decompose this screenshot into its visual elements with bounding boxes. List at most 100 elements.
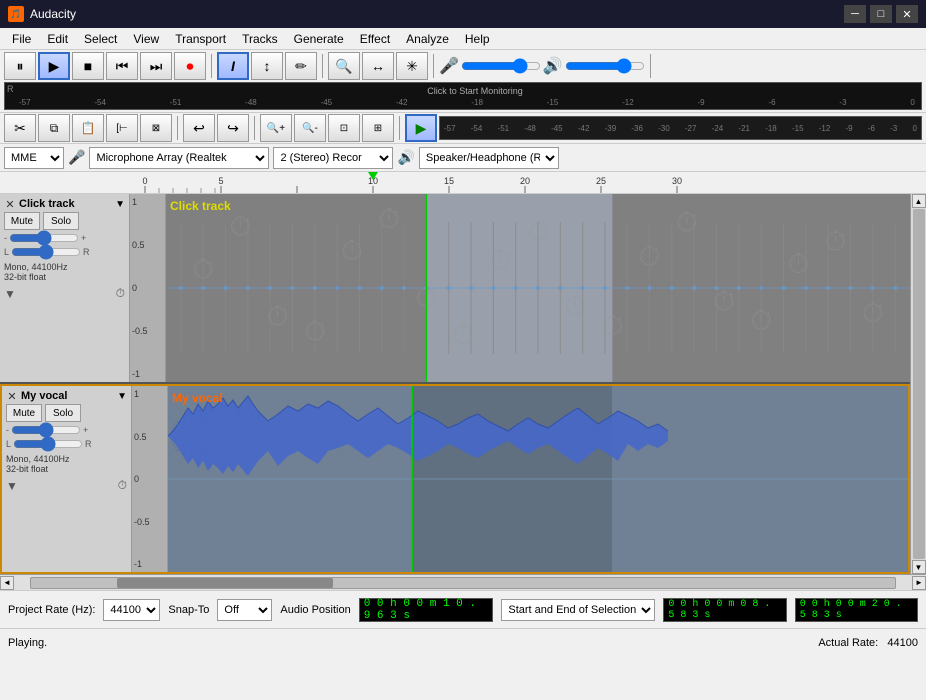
- mic-volume-slider[interactable]: [461, 58, 541, 74]
- pause-button[interactable]: ⏸: [4, 52, 36, 80]
- paste-button[interactable]: 📋: [72, 114, 104, 142]
- vocal-track-footer: ▼ ⏱: [6, 478, 127, 493]
- redo-button[interactable]: ↪: [217, 114, 249, 142]
- vocal-track-gain-min: -: [6, 425, 9, 435]
- record-button[interactable]: ⏺: [174, 52, 206, 80]
- menu-item-transport[interactable]: Transport: [167, 30, 234, 48]
- click-to-start-monitoring[interactable]: Click to Start Monitoring: [19, 86, 926, 96]
- vocal-y-0.5: 0.5: [134, 432, 165, 442]
- menu-item-help[interactable]: Help: [457, 30, 498, 48]
- vocal-track-waveform[interactable]: 1 0.5 0 -0.5 -1: [132, 386, 908, 572]
- transport-toolbar: ⏸ ▶ ■ ⏮ ⏭ ⏺ I ↕ ✏ 🔍 ↔ ✳ 🎤 🔊 R Click to S…: [0, 50, 926, 113]
- selection-tool-button[interactable]: I: [217, 52, 249, 80]
- zoom-fit-button[interactable]: ⊡: [328, 114, 360, 142]
- vocal-y-0.0: 0: [134, 474, 165, 484]
- silence-button[interactable]: ⊠: [140, 114, 172, 142]
- click-track-close-button[interactable]: ✕: [4, 198, 16, 210]
- vscroll-thumb[interactable]: [913, 209, 925, 559]
- separator-7: [399, 116, 400, 140]
- menu-item-analyze[interactable]: Analyze: [398, 30, 457, 48]
- speaker-select[interactable]: Speaker/Headphone (Realte: [419, 147, 559, 169]
- vocal-track-settings-icon[interactable]: ⏱: [118, 478, 127, 493]
- vocal-y-neg0.5: -0.5: [134, 517, 165, 527]
- click-track-y-axis: 1 0.5 0 -0.5 -1: [130, 194, 166, 382]
- click-track-menu-arrow[interactable]: ▼: [115, 199, 125, 210]
- mic-device-icon: 🎤: [68, 149, 85, 166]
- cut-button[interactable]: ✂: [4, 114, 36, 142]
- click-track-gain-max: +: [81, 233, 86, 243]
- vocal-track-close-button[interactable]: ✕: [6, 390, 18, 402]
- scroll-up-button[interactable]: ▲: [912, 194, 926, 208]
- hscrollbar-thumb[interactable]: [117, 578, 333, 588]
- maximize-button[interactable]: □: [870, 5, 892, 23]
- svg-text:0: 0: [142, 176, 147, 186]
- menu-item-edit[interactable]: Edit: [39, 30, 76, 48]
- time-ruler[interactable]: 0 5 10 15 20 25 30: [0, 172, 926, 194]
- slide-tool-button[interactable]: ↔: [362, 52, 394, 80]
- minimize-button[interactable]: ─: [844, 5, 866, 23]
- click-track-solo-button[interactable]: Solo: [43, 212, 79, 230]
- multi-tool-button[interactable]: ✳: [396, 52, 428, 80]
- vocal-track: ✕ My vocal ▼ Mute Solo - + L R: [0, 384, 910, 574]
- undo-button[interactable]: ↩: [183, 114, 215, 142]
- close-button[interactable]: ✕: [896, 5, 918, 23]
- click-track-header: ✕ Click track ▼ Mute Solo - + L R: [0, 194, 130, 382]
- click-track-footer: ▼ ⏱: [4, 286, 125, 301]
- vocal-track-solo-button[interactable]: Solo: [45, 404, 81, 422]
- menu-item-tracks[interactable]: Tracks: [234, 30, 286, 48]
- audio-host-select[interactable]: MME DirectSound WASAPI: [4, 147, 64, 169]
- scroll-left-button[interactable]: ◄: [0, 576, 14, 590]
- main-content: ✕ Click track ▼ Mute Solo - + L R: [0, 194, 926, 574]
- vocal-track-mute-button[interactable]: Mute: [6, 404, 42, 422]
- vocal-track-pan-slider[interactable]: [13, 438, 83, 450]
- channels-select[interactable]: 2 (Stereo) Recor 1 (Mono): [273, 147, 393, 169]
- menu-item-view[interactable]: View: [125, 30, 167, 48]
- selection-type-select[interactable]: Start and End of Selection Start and Len…: [501, 599, 655, 621]
- skip-end-button[interactable]: ⏭: [140, 52, 172, 80]
- scroll-down-button[interactable]: ▼: [912, 560, 926, 574]
- vocal-track-menu-arrow[interactable]: ▼: [117, 391, 127, 402]
- copy-button[interactable]: ⧉: [38, 114, 70, 142]
- play-button[interactable]: ▶: [38, 52, 70, 80]
- menu-item-effect[interactable]: Effect: [352, 30, 398, 48]
- play-green-button[interactable]: ▶: [405, 114, 437, 142]
- stop-button[interactable]: ■: [72, 52, 104, 80]
- click-track-settings-icon[interactable]: ⏱: [116, 286, 125, 301]
- zoom-sel-button[interactable]: ⊞: [362, 114, 394, 142]
- click-track-mute-button[interactable]: Mute: [4, 212, 40, 230]
- playback-meter[interactable]: -57 -54 -51 -48 -45 -42 -39 -36 -30 -27 …: [439, 116, 922, 140]
- zoom-tool-button[interactable]: 🔍: [328, 52, 360, 80]
- menu-item-file[interactable]: File: [4, 30, 39, 48]
- meter-numbers-top: -57 -54 -51 -48 -45 -42 -18 -15 -12 -9 -…: [19, 98, 919, 107]
- vocal-track-header-top: ✕ My vocal ▼: [6, 390, 127, 402]
- vocal-track-waveform-svg: My vocal: [168, 386, 908, 572]
- vocal-track-collapse-icon[interactable]: ▼: [6, 479, 18, 493]
- speaker-volume-slider[interactable]: [565, 58, 645, 74]
- click-track-pan-slider[interactable]: [11, 246, 81, 258]
- draw-tool-button[interactable]: ✏: [285, 52, 317, 80]
- microphone-select[interactable]: Microphone Array (Realtek: [89, 147, 269, 169]
- record-meter[interactable]: R Click to Start Monitoring -57 -54 -51 …: [4, 82, 922, 110]
- vocal-track-gain-slider[interactable]: [11, 424, 81, 436]
- scroll-right-button[interactable]: ►: [912, 576, 926, 590]
- horizontal-scrollbar[interactable]: [30, 577, 896, 589]
- zoom-out-button[interactable]: 🔍-: [294, 114, 326, 142]
- snap-to-select[interactable]: Off Nearest Prior: [217, 599, 272, 621]
- svg-text:30: 30: [672, 176, 682, 186]
- menu-item-generate[interactable]: Generate: [286, 30, 352, 48]
- menu-item-select[interactable]: Select: [76, 30, 125, 48]
- zoom-in-button[interactable]: 🔍+: [260, 114, 292, 142]
- time-ruler-svg: 0 5 10 15 20 25 30: [0, 172, 926, 194]
- trim-button[interactable]: [⊢: [106, 114, 138, 142]
- vocal-y-neg1.0: -1: [134, 559, 165, 569]
- click-track-name: Click track: [16, 198, 115, 210]
- envelope-tool-button[interactable]: ↕: [251, 52, 283, 80]
- y-label-neg0.5: -0.5: [132, 326, 163, 336]
- vertical-scrollbar[interactable]: ▲ ▼: [910, 194, 926, 574]
- click-track-waveform[interactable]: 1 0.5 0 -0.5 -1 ⏱ ⏱: [130, 194, 910, 382]
- click-track-collapse-icon[interactable]: ▼: [4, 287, 16, 301]
- project-rate-select[interactable]: 44100 22050 48000: [103, 599, 160, 621]
- skip-start-button[interactable]: ⏮: [106, 52, 138, 80]
- actual-rate-display: Actual Rate: 44100: [818, 637, 918, 649]
- click-track-gain-slider[interactable]: [9, 232, 79, 244]
